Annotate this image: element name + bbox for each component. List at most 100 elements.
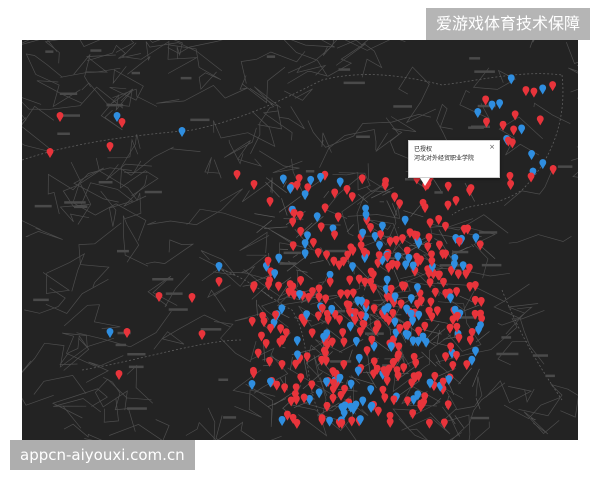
map-pin-icon[interactable]: [454, 269, 462, 280]
map-pin-icon[interactable]: [336, 177, 344, 188]
map-pin-icon[interactable]: [511, 110, 519, 121]
map-pin-icon[interactable]: [178, 127, 186, 137]
map-pin-icon[interactable]: [402, 260, 410, 271]
map-pin-icon[interactable]: [421, 203, 429, 214]
map-pin-icon[interactable]: [474, 108, 482, 119]
map-pin-icon[interactable]: [155, 292, 163, 302]
map-pin-icon[interactable]: [273, 380, 281, 391]
map-pin-icon[interactable]: [106, 328, 114, 338]
map-pin-icon[interactable]: [277, 324, 284, 335]
map-pin-icon[interactable]: [510, 125, 518, 136]
map-pin-icon[interactable]: [289, 217, 297, 228]
map-pin-icon[interactable]: [250, 180, 258, 190]
map-pin-icon[interactable]: [522, 86, 530, 97]
map-pin-icon[interactable]: [376, 240, 383, 251]
map-pin-icon[interactable]: [339, 328, 347, 339]
map-pin-icon[interactable]: [300, 393, 308, 404]
map-pin-icon[interactable]: [407, 294, 415, 305]
map-pin-icon[interactable]: [426, 418, 433, 429]
map-pin-icon[interactable]: [248, 316, 256, 327]
map-pin-icon[interactable]: [293, 336, 301, 347]
map-pin-icon[interactable]: [313, 212, 321, 223]
map-pin-icon[interactable]: [275, 281, 282, 292]
map-pin-icon[interactable]: [415, 310, 423, 321]
map-pin-icon[interactable]: [118, 118, 126, 128]
map-pin-icon[interactable]: [396, 199, 403, 210]
map-pin-icon[interactable]: [337, 390, 345, 401]
map-pin-icon[interactable]: [289, 241, 297, 252]
map-pin-icon[interactable]: [385, 262, 393, 273]
map-pin-icon[interactable]: [286, 183, 294, 194]
map-pin-icon[interactable]: [56, 111, 64, 122]
map-pin-icon[interactable]: [308, 328, 316, 339]
map-pin-icon[interactable]: [309, 238, 317, 249]
map-pin-icon[interactable]: [367, 402, 375, 413]
map-pin-icon[interactable]: [426, 278, 434, 289]
map-pin-icon[interactable]: [472, 346, 479, 357]
map-pin-icon[interactable]: [409, 409, 417, 420]
map-pin-icon[interactable]: [267, 323, 274, 334]
map-pin-icon[interactable]: [106, 142, 114, 152]
map-pin-icon[interactable]: [250, 283, 257, 294]
map-pin-icon[interactable]: [431, 287, 439, 298]
map-pin-icon[interactable]: [348, 416, 356, 427]
map-pin-icon[interactable]: [400, 363, 408, 374]
close-icon[interactable]: ×: [489, 143, 495, 152]
map-pin-icon[interactable]: [293, 395, 300, 406]
map-pin-icon[interactable]: [427, 297, 435, 308]
map-pin-icon[interactable]: [435, 215, 443, 226]
map-pin-icon[interactable]: [301, 239, 309, 250]
map-pin-icon[interactable]: [349, 262, 356, 273]
map-pin-icon[interactable]: [315, 284, 323, 295]
map-pin-icon[interactable]: [386, 417, 394, 428]
map-pin-icon[interactable]: [337, 289, 345, 300]
map-pin-icon[interactable]: [292, 359, 300, 370]
map-pin-icon[interactable]: [399, 234, 406, 245]
map-pin-icon[interactable]: [115, 369, 123, 380]
map-pin-icon[interactable]: [528, 150, 535, 161]
map-pin-icon[interactable]: [425, 233, 433, 244]
map-pin-icon[interactable]: [317, 222, 325, 233]
map-pin-icon[interactable]: [355, 353, 363, 364]
map-pin-icon[interactable]: [265, 280, 272, 291]
map-pin-icon[interactable]: [440, 277, 447, 288]
map-pin-icon[interactable]: [233, 170, 241, 180]
map-pin-icon[interactable]: [452, 196, 460, 207]
map-pin-icon[interactable]: [308, 380, 316, 391]
map-pin-icon[interactable]: [549, 81, 557, 92]
map-pin-icon[interactable]: [449, 361, 457, 372]
map-pin-icon[interactable]: [444, 200, 452, 211]
map-pin-icon[interactable]: [383, 275, 391, 286]
map-pin-icon[interactable]: [414, 299, 421, 310]
map-pin-icon[interactable]: [390, 395, 398, 406]
map-pin-icon[interactable]: [331, 230, 338, 241]
map-pin-icon[interactable]: [323, 250, 330, 261]
map-pin-icon[interactable]: [343, 289, 351, 300]
map-pin-icon[interactable]: [453, 350, 460, 361]
map-pin-icon[interactable]: [466, 281, 474, 292]
map-pin-icon[interactable]: [352, 336, 360, 347]
map-pin-icon[interactable]: [340, 360, 348, 371]
map-pin-icon[interactable]: [267, 377, 274, 388]
map-pin-icon[interactable]: [370, 283, 377, 294]
map-pin-icon[interactable]: [355, 274, 363, 285]
map-pin-icon[interactable]: [496, 99, 504, 110]
map-pin-icon[interactable]: [46, 148, 54, 158]
map-pin-icon[interactable]: [278, 359, 286, 370]
map-pin-icon[interactable]: [324, 314, 332, 325]
map-pin-icon[interactable]: [444, 181, 452, 192]
map-pin-icon[interactable]: [198, 330, 206, 340]
map-pin-icon[interactable]: [334, 212, 342, 223]
map-pin-icon[interactable]: [363, 346, 371, 357]
map-pin-icon[interactable]: [471, 295, 479, 306]
map-pin-icon[interactable]: [285, 287, 293, 298]
map-pin-icon[interactable]: [367, 222, 374, 233]
map-pin-icon[interactable]: [293, 418, 301, 429]
map-pin-icon[interactable]: [329, 393, 337, 404]
map-pin-icon[interactable]: [215, 277, 223, 287]
map-pin-icon[interactable]: [507, 179, 515, 190]
map-pin-icon[interactable]: [466, 335, 474, 346]
map-pin-icon[interactable]: [297, 373, 305, 384]
map-pin-icon[interactable]: [455, 333, 463, 344]
map-pin-icon[interactable]: [318, 415, 326, 426]
